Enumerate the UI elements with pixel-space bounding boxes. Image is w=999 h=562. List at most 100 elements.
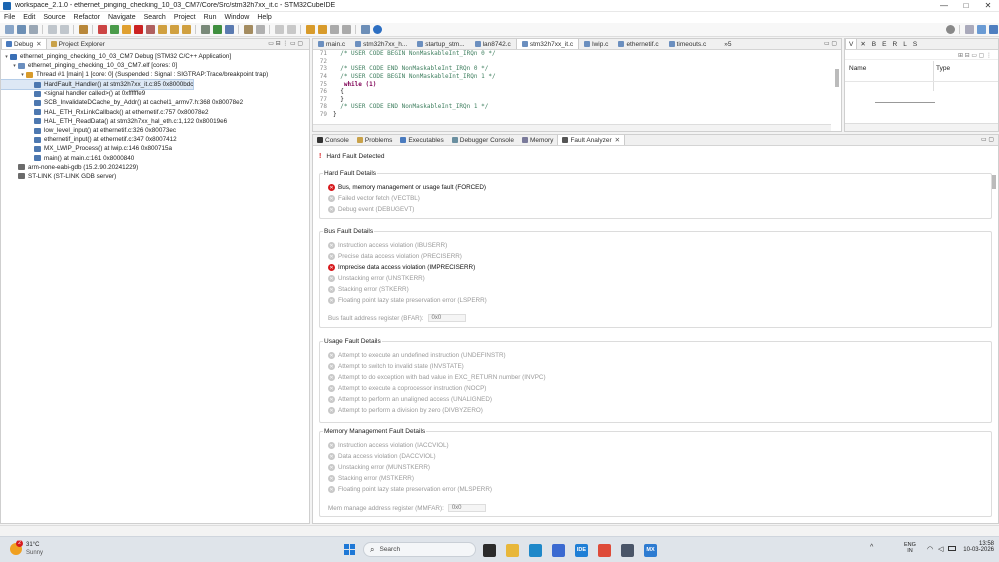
menu-help[interactable]: Help bbox=[253, 14, 275, 21]
search-icon[interactable] bbox=[945, 25, 955, 34]
maximize-button[interactable]: □ bbox=[955, 0, 977, 12]
stm32cubemx-icon[interactable]: MX bbox=[644, 544, 657, 557]
tree-item[interactable]: ▾ Thread #1 [main] 1 [core: 0] (Suspended… bbox=[1, 70, 309, 79]
cpp-perspective-icon[interactable] bbox=[988, 25, 998, 34]
terminate-icon[interactable] bbox=[133, 25, 143, 34]
edge-icon[interactable] bbox=[529, 544, 542, 557]
view-controls[interactable]: ▭ ⊟ ⋮ ▭ ▢ bbox=[268, 40, 303, 47]
disconnect-icon[interactable] bbox=[145, 25, 155, 34]
annotation-icon[interactable] bbox=[274, 25, 284, 34]
nav-back-icon[interactable] bbox=[329, 25, 339, 34]
forward-icon[interactable] bbox=[317, 25, 327, 34]
variables-tab[interactable]: S bbox=[910, 39, 920, 49]
variables-hscrollbar[interactable] bbox=[845, 123, 998, 131]
step-into-icon[interactable] bbox=[157, 25, 167, 34]
menu-file[interactable]: File bbox=[0, 14, 19, 21]
code-editor[interactable]: 71 /* USER CODE BEGIN NonMaskableInt_IRQ… bbox=[313, 50, 831, 123]
editor-tab[interactable]: lwip.c bbox=[579, 39, 613, 49]
new-icon[interactable] bbox=[4, 25, 14, 34]
taskbar-search-box[interactable]: ⌕ Search bbox=[363, 542, 476, 557]
editor-tab[interactable]: lan8742.c bbox=[470, 39, 516, 49]
editor-tab[interactable]: main.c bbox=[313, 39, 350, 49]
open-element-icon[interactable] bbox=[243, 25, 253, 34]
close-icon[interactable]: ✕ bbox=[615, 136, 620, 144]
step-return-icon[interactable] bbox=[181, 25, 191, 34]
editor-tab[interactable]: ethernetif.c bbox=[613, 39, 663, 49]
perspective-icon[interactable] bbox=[964, 25, 974, 34]
nav-forward-icon[interactable] bbox=[341, 25, 351, 34]
fault-scrollbar[interactable] bbox=[992, 175, 996, 189]
back-icon[interactable] bbox=[305, 25, 315, 34]
weather-temp[interactable]: 31°C bbox=[26, 542, 39, 548]
resume-icon[interactable] bbox=[109, 25, 119, 34]
battery-icon[interactable] bbox=[948, 546, 956, 551]
editor-controls[interactable]: ▭ ▢ bbox=[824, 40, 837, 47]
bottom-controls[interactable]: ▭ ▢ bbox=[981, 136, 994, 143]
variables-tab[interactable]: L bbox=[900, 39, 910, 49]
tree-item[interactable]: ST-LINK (ST-LINK GDB server) bbox=[1, 172, 309, 181]
clock[interactable]: 13:58 10-03-2026 bbox=[960, 541, 994, 553]
tree-item[interactable]: arm-none-eabi-gdb (15.2.90.20241229) bbox=[1, 163, 309, 172]
editor-hscrollbar[interactable] bbox=[313, 124, 831, 131]
bottom-tab[interactable]: Memory bbox=[518, 135, 557, 145]
build-icon[interactable] bbox=[78, 25, 88, 34]
debug-icon[interactable] bbox=[97, 25, 107, 34]
bottom-tab[interactable]: Console bbox=[313, 135, 353, 145]
undo-icon[interactable] bbox=[47, 25, 57, 34]
tree-item[interactable]: ▾ ethernet_pinging_checking_10_03_CM7.elf… bbox=[1, 61, 309, 70]
tree-item[interactable]: MX_LWIP_Process() at lwip.c:146 0x800715… bbox=[1, 144, 309, 153]
tree-item[interactable]: HardFault_Handler() at stm32h7xx_it.c:85… bbox=[1, 78, 195, 91]
editor-scrollbar[interactable] bbox=[835, 69, 839, 87]
mmfar-value[interactable]: 0x0 bbox=[447, 504, 486, 512]
external-tools-icon[interactable] bbox=[224, 25, 234, 34]
language-indicator[interactable]: ENG IN bbox=[904, 542, 916, 554]
file-explorer-icon[interactable] bbox=[506, 544, 519, 557]
variables-tab[interactable]: E bbox=[879, 39, 889, 49]
tree-item[interactable]: HAL_ETH_ReadData() at stm32h7xx_hal_eth.… bbox=[1, 117, 309, 126]
editor-tab[interactable]: timeouts.c bbox=[664, 39, 712, 49]
tree-item[interactable]: SCB_InvalidateDCache_by_Addr() at cachel… bbox=[1, 98, 309, 107]
bottom-tab[interactable]: Debugger Console bbox=[448, 135, 518, 145]
show-hidden-icons-icon[interactable]: ^ bbox=[870, 544, 873, 551]
menu-run[interactable]: Run bbox=[200, 14, 221, 21]
close-window-button[interactable]: ✕ bbox=[977, 0, 999, 12]
close-icon[interactable]: ✕ bbox=[36, 40, 41, 48]
editor-tab[interactable]: stm32h7xx_h... bbox=[350, 39, 412, 49]
tree-item[interactable]: low_level_input() at ethernetif.c:326 0x… bbox=[1, 126, 309, 135]
tree-item[interactable]: <signal handler called>() at 0xffffffe9 bbox=[1, 89, 309, 98]
stm32cubeide-icon[interactable]: IDE bbox=[575, 544, 588, 557]
volume-icon[interactable]: ◁ bbox=[938, 545, 943, 553]
info-icon[interactable] bbox=[372, 25, 382, 34]
menu-refactor[interactable]: Refactor bbox=[70, 14, 104, 21]
wifi-icon[interactable]: ◠ bbox=[927, 545, 933, 553]
expand-toggle-icon[interactable]: ▾ bbox=[11, 63, 18, 69]
search-toolbar-icon[interactable] bbox=[255, 25, 265, 34]
menu-edit[interactable]: Edit bbox=[19, 14, 39, 21]
editor-tab[interactable]: »5 bbox=[711, 39, 736, 49]
menu-source[interactable]: Source bbox=[39, 14, 69, 21]
tree-item[interactable]: HAL_ETH_RxLinkCallback() at ethernetif.c… bbox=[1, 108, 309, 117]
expand-toggle-icon[interactable]: ▾ bbox=[19, 72, 26, 78]
variables-tab[interactable]: R bbox=[889, 39, 900, 49]
bottom-tab[interactable]: Problems bbox=[353, 135, 396, 145]
save-icon[interactable] bbox=[16, 25, 26, 34]
variables-tab[interactable]: V bbox=[845, 39, 858, 49]
bottom-tab[interactable]: Executables bbox=[396, 135, 447, 145]
editor-tab[interactable]: startup_stm... bbox=[412, 39, 469, 49]
step-over-icon[interactable] bbox=[169, 25, 179, 34]
menu-project[interactable]: Project bbox=[170, 14, 200, 21]
tree-item[interactable]: main() at main.c:161 0x8000840 bbox=[1, 153, 309, 162]
variables-toolbar-icons[interactable]: ⊞ ⊟ ▭ ▢ ⋮ bbox=[958, 52, 992, 59]
bfar-value[interactable]: 0x0 bbox=[427, 314, 466, 322]
tree-item[interactable]: ethernetif_input() at ethernetif.c:347 0… bbox=[1, 135, 309, 144]
tab-debug[interactable]: Debug ✕ bbox=[1, 39, 47, 49]
minimize-button[interactable]: — bbox=[933, 0, 955, 12]
chrome-icon[interactable] bbox=[598, 544, 611, 557]
redo-icon[interactable] bbox=[59, 25, 69, 34]
editor-tab[interactable]: stm32h7xx_it.c bbox=[515, 39, 580, 49]
suspend-icon[interactable] bbox=[121, 25, 131, 34]
menu-navigate[interactable]: Navigate bbox=[104, 14, 140, 21]
tab-project-explorer[interactable]: Project Explorer bbox=[47, 39, 109, 49]
windows-start-icon[interactable] bbox=[344, 544, 355, 555]
next-annotation-icon[interactable] bbox=[286, 25, 296, 34]
